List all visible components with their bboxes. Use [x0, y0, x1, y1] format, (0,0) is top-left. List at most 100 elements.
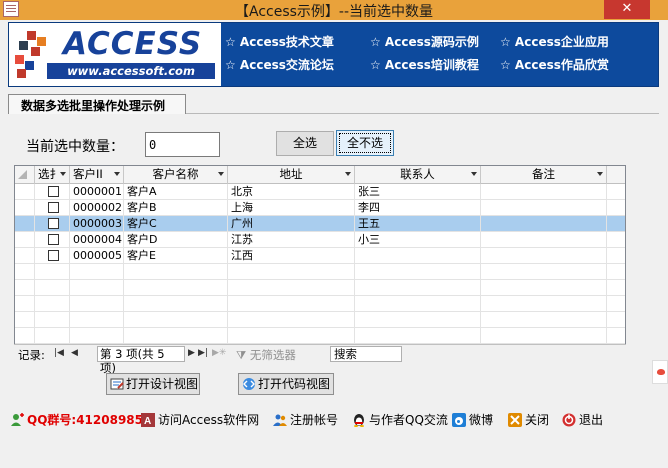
qq-chat-link[interactable]: 与作者QQ交流	[352, 411, 448, 429]
cell-contact[interactable]	[355, 312, 481, 328]
column-header-id[interactable]: 客户II	[70, 166, 124, 184]
table-row-empty[interactable]	[15, 280, 625, 296]
cell-note[interactable]	[481, 296, 607, 312]
row-checkbox[interactable]	[48, 250, 59, 261]
record-selector[interactable]	[15, 328, 35, 344]
open-code-view-button[interactable]: 打开代码视图	[238, 373, 334, 395]
close-link[interactable]: 关闭	[508, 411, 549, 429]
cell-customer-id[interactable]	[70, 296, 124, 312]
filter-status[interactable]: ⧩ 无筛选器	[236, 347, 296, 363]
cell-contact[interactable]: 王五	[355, 216, 481, 232]
cell-contact[interactable]	[355, 296, 481, 312]
table-row[interactable]: 0000002 客户B 上海 李四	[15, 200, 625, 216]
record-selector[interactable]	[15, 264, 35, 280]
cell-customer-id[interactable]	[70, 280, 124, 296]
cell-contact[interactable]: 李四	[355, 200, 481, 216]
previous-record-button[interactable]: ◀	[71, 348, 78, 358]
cell-address[interactable]: 广州	[228, 216, 355, 232]
table-row[interactable]: 0000005 客户E 江西	[15, 248, 625, 264]
visit-site-link[interactable]: A 访问Access软件网	[141, 411, 259, 429]
cell-address[interactable]	[228, 328, 355, 344]
next-record-button[interactable]: ▶	[188, 348, 195, 358]
table-row-empty[interactable]	[15, 328, 625, 344]
last-record-button[interactable]: ▶|	[198, 348, 208, 358]
register-account-link[interactable]: 注册帐号	[273, 411, 338, 429]
cell-note[interactable]	[481, 264, 607, 280]
floating-paw-icon[interactable]	[652, 360, 668, 384]
cell-contact[interactable]	[355, 280, 481, 296]
search-field[interactable]: 搜索	[330, 346, 402, 362]
record-selector[interactable]	[15, 216, 35, 232]
cell-address[interactable]	[228, 312, 355, 328]
link-source-samples[interactable]: ☆ Access源码示例	[370, 33, 479, 50]
link-showcase[interactable]: ☆ Access作品欣赏	[500, 56, 609, 73]
cell-customer-name[interactable]	[124, 312, 228, 328]
cell-address[interactable]: 上海	[228, 200, 355, 216]
cell-note[interactable]	[481, 280, 607, 296]
record-selector[interactable]	[15, 232, 35, 248]
current-record-field[interactable]: 第 3 项(共 5 项)	[97, 346, 185, 375]
cell-address[interactable]: 江苏	[228, 232, 355, 248]
cell-customer-id[interactable]: 0000003	[70, 216, 124, 232]
record-selector[interactable]	[15, 296, 35, 312]
cell-note[interactable]	[481, 328, 607, 344]
cell-address[interactable]	[228, 264, 355, 280]
cell-customer-id[interactable]	[70, 312, 124, 328]
row-checkbox[interactable]	[48, 234, 59, 245]
column-header-note[interactable]: 备注	[481, 166, 607, 184]
column-header-contact[interactable]: 联系人	[355, 166, 481, 184]
record-selector[interactable]	[15, 184, 35, 200]
cell-customer-name[interactable]: 客户B	[124, 200, 228, 216]
link-training[interactable]: ☆ Access培训教程	[370, 56, 479, 73]
cell-note[interactable]	[481, 312, 607, 328]
exit-link[interactable]: 退出	[562, 411, 603, 429]
cell-customer-name[interactable]: 客户D	[124, 232, 228, 248]
link-tech-articles[interactable]: ☆ Access技术文章	[225, 33, 334, 50]
cell-contact[interactable]	[355, 264, 481, 280]
cell-contact[interactable]: 小三	[355, 232, 481, 248]
cell-note[interactable]	[481, 232, 607, 248]
cell-contact[interactable]	[355, 248, 481, 264]
select-all-corner[interactable]	[15, 166, 35, 184]
cell-note[interactable]	[481, 216, 607, 232]
record-selector[interactable]	[15, 200, 35, 216]
row-checkbox[interactable]	[48, 186, 59, 197]
cell-customer-name[interactable]	[124, 328, 228, 344]
link-enterprise-apps[interactable]: ☆ Access企业应用	[500, 33, 609, 50]
cell-note[interactable]	[481, 200, 607, 216]
table-row[interactable]: 0000004 客户D 江苏 小三	[15, 232, 625, 248]
cell-address[interactable]	[228, 280, 355, 296]
column-header-select[interactable]: 选扌	[35, 166, 70, 184]
cell-address[interactable]	[228, 296, 355, 312]
window-close-button[interactable]: ✕	[604, 0, 650, 19]
weibo-link[interactable]: 微博	[452, 411, 493, 429]
record-selector[interactable]	[15, 312, 35, 328]
cell-customer-id[interactable]: 0000002	[70, 200, 124, 216]
new-record-button[interactable]: ▶✳	[212, 348, 226, 358]
table-row[interactable]: 0000001 客户A 北京 张三	[15, 184, 625, 200]
row-checkbox[interactable]	[48, 202, 59, 213]
select-all-button[interactable]: 全选	[276, 131, 334, 156]
cell-customer-name[interactable]	[124, 280, 228, 296]
cell-address[interactable]: 江西	[228, 248, 355, 264]
qq-group-link[interactable]: QQ群号:41208985	[10, 411, 143, 429]
cell-customer-id[interactable]	[70, 328, 124, 344]
cell-customer-id[interactable]	[70, 264, 124, 280]
first-record-button[interactable]: |◀	[54, 348, 64, 358]
link-forum[interactable]: ☆ Access交流论坛	[225, 56, 334, 73]
cell-address[interactable]: 北京	[228, 184, 355, 200]
cell-contact[interactable]: 张三	[355, 184, 481, 200]
table-row-empty[interactable]	[15, 264, 625, 280]
table-row-empty[interactable]	[15, 296, 625, 312]
cell-customer-name[interactable]: 客户E	[124, 248, 228, 264]
row-checkbox[interactable]	[48, 218, 59, 229]
cell-note[interactable]	[481, 248, 607, 264]
cell-customer-name[interactable]: 客户A	[124, 184, 228, 200]
cell-customer-name[interactable]: 客户C	[124, 216, 228, 232]
cell-customer-id[interactable]: 0000004	[70, 232, 124, 248]
selected-count-field[interactable]: 0	[145, 132, 220, 157]
cell-customer-id[interactable]: 0000005	[70, 248, 124, 264]
record-selector[interactable]	[15, 280, 35, 296]
table-row-empty[interactable]	[15, 312, 625, 328]
column-header-address[interactable]: 地址	[228, 166, 355, 184]
